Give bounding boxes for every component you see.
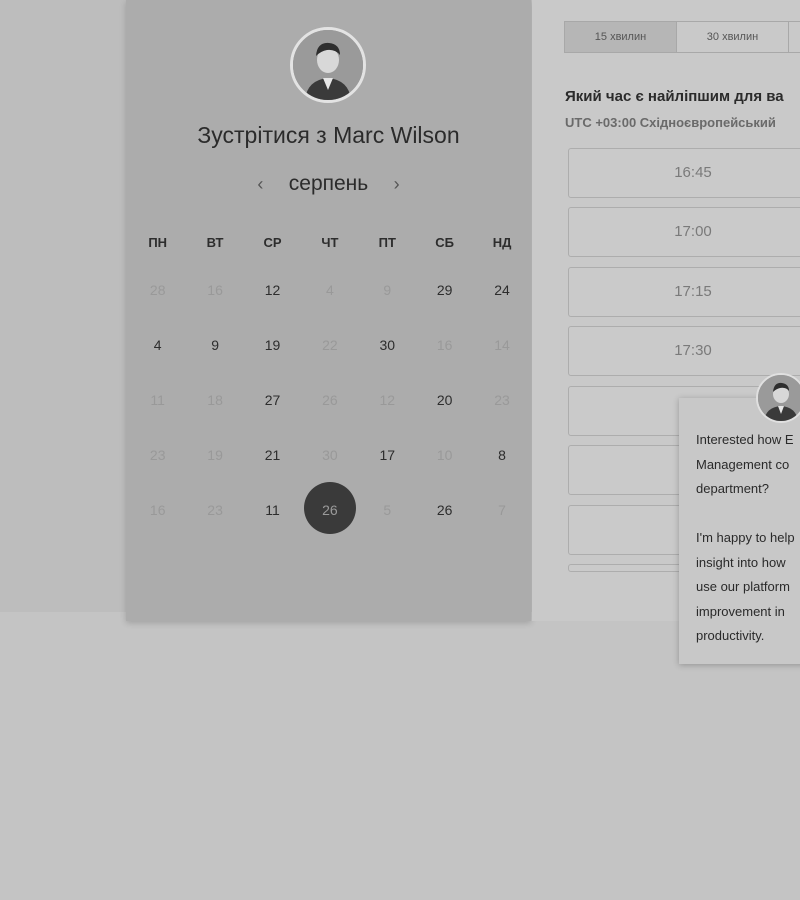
calendar-day: 16: [436, 336, 453, 353]
time-slot[interactable]: 16:45: [568, 148, 800, 198]
weekday-label: ПН: [148, 234, 168, 250]
chat-avatar: [756, 373, 800, 423]
calendar-day: 22: [322, 336, 338, 353]
chat-line: Interested how E: [696, 432, 794, 447]
calendar-day[interactable]: 8: [473, 447, 530, 463]
calendar-day: 30: [322, 446, 338, 463]
chat-line: I'm happy to help: [696, 530, 795, 545]
calendar-day[interactable]: 21: [244, 447, 301, 463]
duration-tab-15[interactable]: 15 хвилин: [565, 22, 677, 52]
chat-line: department?: [696, 481, 769, 496]
calendar-day: 19: [207, 446, 223, 463]
timezone-label[interactable]: UTC +03:00 Східноєвропейський: [565, 115, 776, 130]
calendar-week-row: 11 18 27 26 12 20 23: [129, 372, 531, 427]
weekday-label: ЧТ: [321, 234, 339, 250]
weekday-label: НД: [492, 234, 512, 250]
chevron-left-icon[interactable]: ‹: [250, 174, 270, 195]
calendar-day: 28: [149, 281, 166, 298]
calendar-day: 4: [325, 281, 334, 298]
calendar-day[interactable]: 29: [416, 282, 473, 298]
calendar-day[interactable]: 17: [359, 447, 416, 463]
chat-line: Management co: [696, 456, 790, 472]
calendar-day[interactable]: 9: [186, 337, 243, 353]
time-slot[interactable]: 17:00: [568, 207, 800, 257]
weekday-label: СБ: [435, 234, 455, 250]
host-avatar: [290, 27, 366, 103]
calendar-week-row: 4 9 19 22 30 16 14: [129, 317, 531, 372]
chat-line: improvement in: [696, 603, 785, 619]
calendar-day: 10: [436, 446, 453, 463]
calendar-week-row: 28 16 12 4 9 29 24: [129, 262, 531, 317]
selected-day-number: 26: [322, 501, 338, 518]
calendar-day: 9: [383, 281, 392, 298]
duration-tabs: 15 хвилин 30 хвилин: [564, 21, 800, 53]
weekday-label: ПТ: [378, 234, 396, 250]
best-time-heading: Який час є найліпшим для ва: [565, 88, 784, 105]
duration-tab-more[interactable]: [789, 22, 800, 52]
chat-line: use our platform: [696, 579, 790, 594]
chevron-right-icon[interactable]: ›: [387, 174, 407, 195]
calendar-day: 23: [207, 501, 223, 518]
calendar-day[interactable]: 20: [416, 392, 473, 408]
duration-tab-30[interactable]: 30 хвилин: [677, 22, 789, 52]
weekday-label: ВТ: [206, 234, 224, 250]
calendar-day[interactable]: 27: [244, 392, 301, 408]
month-navigation: ‹ серпень ›: [126, 172, 531, 196]
calendar-week-row: 23 19 21 30 17 10 8: [129, 427, 531, 482]
host-title: Зустрітися з Marc Wilson: [197, 122, 460, 148]
calendar-day: 11: [150, 391, 165, 408]
calendar-day: 12: [379, 391, 396, 408]
time-slot[interactable]: 17:30: [568, 326, 800, 376]
calendar-grid: ПН ВТ СР ЧТ ПТ СБ НД 28 16 12 4 9 29 24 …: [129, 222, 531, 537]
calendar-day: 7: [498, 501, 506, 518]
month-label: серпень: [288, 172, 369, 195]
calendar-day: 14: [494, 336, 510, 353]
calendar-week-row: 16 23 11 26 5 26 7: [129, 481, 531, 537]
calendar-day: 16: [149, 501, 166, 518]
time-slot[interactable]: 17:15: [568, 267, 800, 317]
calendar-day[interactable]: 30: [359, 337, 416, 353]
calendar-day[interactable]: 4: [129, 337, 186, 353]
chat-line: insight into how: [696, 554, 786, 570]
selected-day[interactable]: 26: [301, 481, 358, 534]
calendar-day[interactable]: 24: [473, 282, 530, 298]
calendar-day: 23: [494, 391, 510, 408]
calendar-day: 5: [383, 501, 392, 518]
weekday-label: СР: [263, 234, 282, 250]
calendar-day[interactable]: 19: [244, 337, 301, 353]
weekday-header-row: ПН ВТ СР ЧТ ПТ СБ НД: [129, 222, 531, 262]
calendar-day[interactable]: 12: [244, 282, 301, 298]
calendar-day[interactable]: 26: [416, 502, 473, 518]
chat-message: Interested how E Management co departmen…: [696, 428, 800, 649]
chat-line: productivity.: [696, 628, 765, 643]
calendar-day: 26: [322, 391, 338, 408]
calendar-day: 18: [207, 391, 223, 408]
calendar-day: 16: [207, 281, 223, 298]
calendar-day[interactable]: 11: [244, 502, 301, 518]
calendar-day: 23: [149, 446, 166, 463]
